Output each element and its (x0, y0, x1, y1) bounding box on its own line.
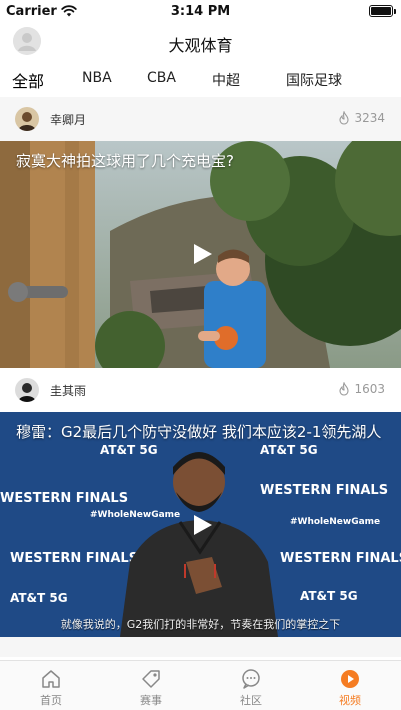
tabbar-label: 社区 (240, 694, 262, 707)
video-player[interactable]: 寂寞大神拍这球用了几个充电宝? (0, 141, 401, 368)
chat-icon (242, 669, 260, 689)
play-icon[interactable] (185, 508, 219, 542)
tabbar-community[interactable]: 社区 (221, 661, 281, 710)
author-name[interactable]: 圭其雨 (50, 382, 86, 399)
status-bar: Carrier 3:14 PM (0, 0, 401, 22)
tabbar-label: 首页 (40, 694, 62, 707)
svg-text:#WholeNewGame: #WholeNewGame (90, 510, 180, 520)
author-avatar[interactable] (15, 378, 39, 402)
bottom-tab-bar: 首页 赛事 社区 视频 (0, 660, 401, 710)
video-title: 寂寞大神拍这球用了几个充电宝? (16, 152, 234, 170)
card-header-partial (0, 637, 401, 657)
tag-icon (142, 670, 160, 688)
likes-count[interactable]: 3234 (338, 111, 385, 125)
video-title: 穆雷：G2最后几个防守没做好 我们本应该2-1领先湖人 (16, 423, 382, 441)
author-avatar[interactable] (15, 107, 39, 131)
tabbar-events[interactable]: 赛事 (121, 661, 181, 710)
card-header: 圭其雨 1603 (0, 368, 401, 412)
likes-value: 3234 (354, 111, 385, 125)
category-tabs: 全部 NBA CBA 中超 国际足球 (0, 64, 401, 96)
play-icon[interactable] (185, 237, 219, 271)
home-icon (42, 670, 60, 688)
tabbar-label: 赛事 (140, 694, 162, 707)
flame-icon (339, 382, 350, 396)
author-name[interactable]: 幸卿月 (50, 111, 86, 128)
status-time: 3:14 PM (170, 3, 231, 19)
likes-value: 1603 (354, 382, 385, 396)
svg-text:AT&T 5G: AT&T 5G (100, 443, 158, 457)
tabbar-label: 视频 (339, 694, 361, 707)
svg-text:AT&T 5G: AT&T 5G (260, 443, 318, 457)
video-icon (341, 670, 359, 688)
battery-icon (369, 5, 393, 17)
tabbar-video[interactable]: 视频 (320, 661, 380, 710)
video-player[interactable]: AT&T 5G AT&T 5G WESTERN FINALS WESTERN F… (0, 412, 401, 637)
tab-cba[interactable]: CBA (147, 70, 176, 86)
svg-text:WESTERN FINALS: WESTERN FINALS (260, 483, 388, 498)
page-title: 大观体育 (168, 36, 233, 55)
tab-all[interactable]: 全部 (12, 68, 44, 92)
svg-text:WESTERN FINALS: WESTERN FINALS (10, 551, 138, 566)
svg-text:#WholeNewGame: #WholeNewGame (290, 517, 380, 527)
svg-text:WESTERN FINALS: WESTERN FINALS (0, 491, 128, 506)
tabbar-home[interactable]: 首页 (21, 661, 81, 710)
tab-intl-football[interactable]: 国际足球 (286, 70, 342, 90)
nav-bar: 大观体育 (0, 22, 401, 62)
video-feed[interactable]: 幸卿月 3234 寂寞大神拍这球用了几个充电宝? 圭其雨 1603 AT&T 5… (0, 97, 401, 660)
card-header: 幸卿月 3234 (0, 97, 401, 141)
svg-text:AT&T 5G: AT&T 5G (300, 589, 358, 603)
video-subtitle: 就像我说的，G2我们打的非常好，节奏在我们的掌控之下 (60, 618, 341, 631)
svg-text:AT&T 5G: AT&T 5G (10, 591, 68, 605)
tab-nba[interactable]: NBA (82, 70, 112, 86)
tab-csl[interactable]: 中超 (212, 70, 240, 90)
svg-text:WESTERN FINALS: WESTERN FINALS (280, 551, 401, 566)
likes-count[interactable]: 1603 (338, 382, 385, 396)
flame-icon (339, 111, 350, 125)
